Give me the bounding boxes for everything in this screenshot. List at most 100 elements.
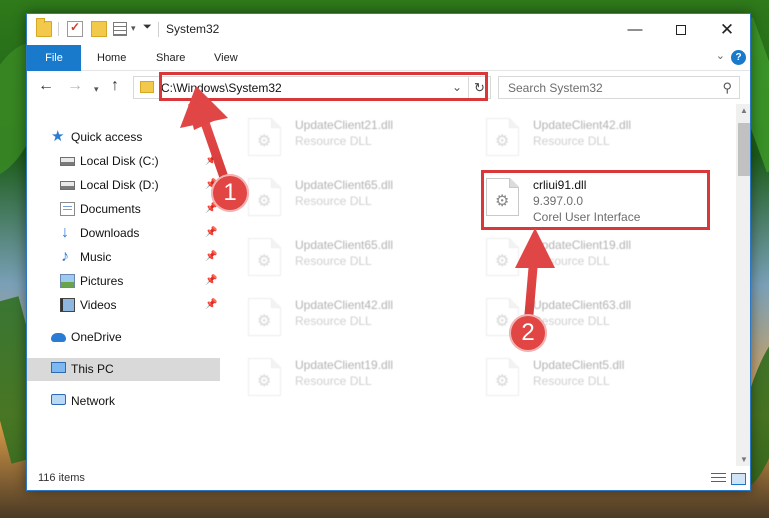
step-marker-2: 2 [509,314,547,352]
sidebar-item-label: Network [71,394,116,408]
sidebar-item-label: Quick access [71,130,143,144]
file-tile[interactable]: ⚙ UpdateClient65.dll Resource DLL [248,174,468,220]
minimize-button[interactable]: — [612,14,658,45]
toolbar-divider [58,22,59,36]
file-icon: ⚙ [486,358,519,396]
vertical-scrollbar[interactable]: ▲ ▼ [736,104,750,466]
file-type: Resource DLL [295,134,372,148]
up-button[interactable]: ↑ [111,78,119,94]
maximize-icon [676,25,686,36]
pin-icon[interactable]: 📌 [205,251,217,262]
file-icon: ⚙ [248,178,281,216]
item-count: 116 items [38,472,85,484]
title-divider [158,22,159,37]
scroll-up-icon[interactable]: ▲ [740,106,748,115]
file-tile[interactable]: ⚙ UpdateClient5.dll Resource DLL [486,354,706,400]
tab-file[interactable]: File [27,45,81,71]
sidebar-item-music[interactable]: ♪ Music 📌 [27,246,220,269]
file-tile[interactable]: ⚙ UpdateClient65.dll Resource DLL [248,234,468,280]
sidebar-item-label: Music [80,250,112,264]
file-tile[interactable]: ⚙ UpdateClient19.dll Resource DLL [486,234,706,280]
network-icon [51,394,66,405]
sidebar-item-label: Local Disk (D:) [80,178,159,192]
details-view-icon[interactable] [711,473,726,485]
step-marker-1: 1 [211,174,249,212]
file-name: UpdateClient19.dll [533,238,632,252]
view-options-icon[interactable] [113,22,127,36]
file-icon: ⚙ [248,238,281,276]
large-icons-view-icon[interactable] [731,473,746,485]
gear-icon: ⚙ [257,373,272,390]
drive-icon [60,157,75,166]
customize-toolbar-icon[interactable]: ⏷ [143,21,152,34]
folder-icon [140,81,154,93]
properties-icon[interactable] [67,20,83,37]
sidebar-item-local-disk-c[interactable]: Local Disk (C:) 📌 [27,150,220,173]
file-type: Resource DLL [295,254,372,268]
gear-icon: ⚙ [257,253,272,270]
sidebar-item-quick-access[interactable]: ★ Quick access [27,126,220,149]
music-icon: ♪ [61,248,69,265]
file-tile[interactable]: ⚙ UpdateClient21.dll Resource DLL [248,114,468,160]
file-type: Resource DLL [533,374,610,388]
sidebar-item-documents[interactable]: Documents 📌 [27,198,220,221]
file-type: Resource DLL [295,194,372,208]
sidebar-item-label: Videos [80,298,117,312]
close-button[interactable]: ✕ [704,14,750,45]
expand-ribbon-icon[interactable]: ⌄ [716,49,725,62]
file-tile[interactable]: ⚙ UpdateClient42.dll Resource DLL [248,294,468,340]
scroll-down-icon[interactable]: ▼ [740,455,748,464]
videos-icon [60,298,75,312]
file-tile[interactable]: ⚙ UpdateClient19.dll Resource DLL [248,354,468,400]
file-name: UpdateClient42.dll [533,118,632,132]
file-name: UpdateClient19.dll [295,358,394,372]
file-icon: ⚙ [486,238,519,276]
gear-icon: ⚙ [495,313,510,330]
scrollbar-thumb[interactable] [738,123,750,176]
drive-icon [60,181,75,190]
search-input[interactable] [499,77,714,98]
sidebar-item-local-disk-d[interactable]: Local Disk (D:) 📌 [27,174,220,197]
file-name: UpdateClient21.dll [295,118,394,132]
gear-icon: ⚙ [495,253,510,270]
search-icon[interactable]: ⚲ [722,80,732,96]
gear-icon: ⚙ [257,313,272,330]
recent-locations-button[interactable]: ▾ [94,81,99,97]
tab-share[interactable]: Share [156,45,185,71]
computer-icon [51,362,66,373]
gear-icon: ⚙ [257,193,272,210]
file-highlight [481,170,710,230]
tab-view[interactable]: View [214,45,238,71]
sidebar-item-downloads[interactable]: ↓ Downloads 📌 [27,222,220,245]
sidebar-item-onedrive[interactable]: OneDrive [27,326,220,349]
file-icon: ⚙ [248,298,281,336]
file-type: Resource DLL [533,134,610,148]
forward-button[interactable]: → [67,78,83,94]
chevron-down-icon[interactable]: ▾ [131,23,136,34]
pin-icon[interactable]: 📌 [205,299,217,310]
gear-icon: ⚙ [495,373,510,390]
file-tile[interactable]: ⚙ UpdateClient42.dll Resource DLL [486,114,706,160]
sidebar-item-pictures[interactable]: Pictures 📌 [27,270,220,293]
gear-icon: ⚙ [495,133,510,150]
sidebar-item-videos[interactable]: Videos 📌 [27,294,220,317]
maximize-button[interactable] [658,14,704,45]
back-button[interactable]: ← [38,78,54,94]
search-box[interactable]: ⚲ [498,76,740,99]
gear-icon: ⚙ [257,133,272,150]
file-name: UpdateClient42.dll [295,298,394,312]
sidebar-item-this-pc[interactable]: This PC [27,358,220,381]
help-icon[interactable]: ? [731,50,746,65]
ribbon-tabs: File Home Share View ⌄ ? [27,45,750,71]
new-folder-icon[interactable] [91,21,107,37]
file-type: Resource DLL [533,254,610,268]
tab-home[interactable]: Home [97,45,126,71]
address-bar-highlight [159,72,488,101]
pin-icon[interactable]: 📌 [205,275,217,286]
pin-icon[interactable]: 📌 [205,155,217,166]
file-icon: ⚙ [248,118,281,156]
file-icon: ⚙ [248,358,281,396]
pictures-icon [60,274,75,288]
pin-icon[interactable]: 📌 [205,227,217,238]
sidebar-item-network[interactable]: Network [27,390,220,413]
